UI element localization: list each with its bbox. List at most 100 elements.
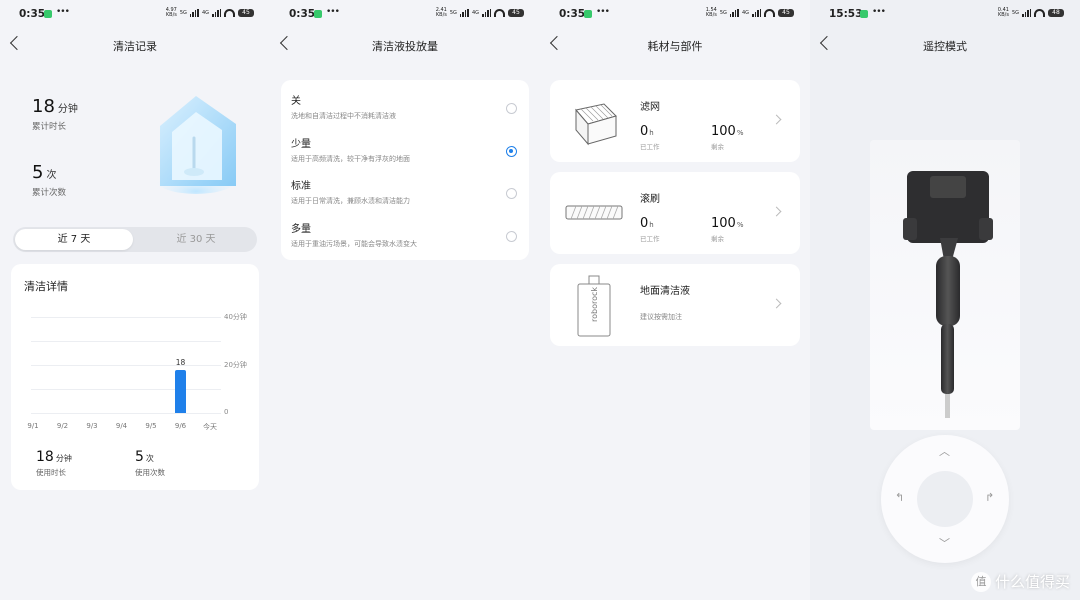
part-card-solution[interactable]: roborock 地面清洁液 建议按需加注 [550, 264, 800, 346]
chevron-right-icon [771, 114, 782, 125]
more-notifications-icon: ••• [596, 7, 610, 17]
usage-count-label: 使用次数 [135, 468, 165, 477]
wifi-icon [224, 9, 235, 17]
radio-selected-icon[interactable] [506, 146, 517, 157]
net-type: 5G [179, 10, 187, 16]
screen-solution-dosage: 0:35 ••• 2.41 KB/s 5G 4G 45 清洁液投放量 关 洗地和自… [270, 0, 540, 600]
total-count-unit: 次 [46, 170, 57, 181]
remaining: 100% 剩余 [711, 120, 743, 151]
chevron-up-icon[interactable]: ︿ [939, 443, 950, 459]
screen-consumables: 0:35 ••• 1.54 KB/s 5G 4G 45 耗材与部件 滤网 0h … [540, 0, 810, 600]
net-type: 5G [1011, 10, 1019, 16]
total-duration-value: 18 [32, 96, 55, 117]
chevron-down-icon[interactable]: ﹀ [939, 535, 950, 551]
page-title: 清洁液投放量 [372, 40, 438, 53]
filter-icon [575, 103, 617, 146]
chart-bar [175, 369, 186, 413]
remain-value: 100 [711, 216, 736, 231]
range-tabs: 近 7 天 近 30 天 [13, 227, 257, 252]
remote-joystick[interactable]: ︿ ﹀ ↰ ↱ [881, 435, 1009, 563]
worked-hours: 0h 已工作 [640, 120, 660, 151]
total-count: 5次 累计次数 [32, 162, 66, 198]
net-type-2: 4G [741, 10, 749, 16]
remain-label: 剩余 [711, 143, 724, 151]
worked-unit: h [649, 129, 654, 137]
radio-icon[interactable] [506, 103, 517, 114]
option-off[interactable]: 关 洗地和自清洁过程中不消耗清洁液 [291, 92, 519, 132]
option-desc: 适用于重油污场景，可能会导致水渍变大 [291, 240, 417, 248]
card-title: 清洁详情 [24, 280, 68, 293]
page-title: 耗材与部件 [647, 40, 703, 53]
page-title: 遥控模式 [923, 40, 967, 53]
battery-icon: 48 [1048, 9, 1064, 17]
signal-icon [1022, 9, 1031, 17]
part-name: 滚刷 [640, 194, 660, 205]
worked-label: 已工作 [640, 143, 660, 151]
tab-7-days[interactable]: 近 7 天 [15, 229, 133, 250]
x-tick-label: 9/6 [174, 422, 187, 430]
worked-label: 已工作 [640, 235, 660, 243]
app-notification-icon [314, 10, 322, 18]
battery-icon: 45 [778, 9, 794, 17]
option-low[interactable]: 少量 适用于高频清洗，较干净有浮灰的地面 [291, 135, 519, 175]
x-tick-label: 9/5 [145, 422, 157, 430]
remain-value: 100 [711, 124, 736, 139]
status-bar: 0:35 ••• 4.97 KB/s 5G 4G 45 [0, 0, 270, 28]
y-tick-40: 40分钟 [224, 313, 247, 321]
radio-icon[interactable] [506, 231, 517, 242]
usage-time: 18 分钟 使用时长 [36, 446, 72, 478]
x-tick-label: 今天 [203, 423, 217, 431]
watermark: 值 什么值得买 [970, 571, 1070, 592]
remain-label: 剩余 [711, 235, 724, 243]
net-speed: 2.41 KB/s [435, 7, 447, 18]
status-time: 0:35 [289, 8, 316, 20]
worked-unit: h [649, 221, 654, 229]
tab-30-days[interactable]: 近 30 天 [137, 229, 255, 250]
app-notification-icon [584, 10, 592, 18]
screen-cleaning-records: 0:35 ••• 4.97 KB/s 5G 4G 45 清洁记录 18 分钟 累计时… [0, 0, 270, 600]
page-title: 清洁记录 [113, 40, 157, 53]
status-bar: 0:35 ••• 1.54 KB/s 5G 4G 45 [540, 0, 810, 28]
option-desc: 适用于高频清洗，较干净有浮灰的地面 [291, 155, 410, 163]
usage-time-value: 18 [36, 449, 54, 465]
joystick-center-button[interactable] [917, 471, 973, 527]
option-label: 关 [291, 96, 301, 107]
rotate-left-icon[interactable]: ↰ [895, 491, 904, 504]
signal-icon [189, 9, 199, 17]
total-duration-label: 累计时长 [32, 122, 67, 132]
more-notifications-icon: ••• [872, 7, 886, 17]
signal-icon-2 [482, 9, 491, 17]
usage-count-value: 5 [135, 449, 144, 465]
nav-header: 清洁液投放量 [270, 30, 540, 60]
part-desc: 建议按需加注 [640, 313, 682, 321]
grid-line [31, 341, 221, 342]
net-type: 5G [449, 10, 457, 16]
signal-icon [729, 9, 739, 17]
option-high[interactable]: 多量 适用于重油污场景，可能会导致水渍变大 [291, 220, 519, 260]
battery-icon: 45 [238, 9, 254, 17]
total-duration-unit: 分钟 [57, 104, 78, 115]
bottle-icon: roborock [577, 275, 611, 337]
part-name: 地面清洁液 [640, 286, 690, 297]
bar-data-label: 18 [175, 357, 186, 367]
nav-header: 耗材与部件 [540, 30, 810, 60]
net-type: 5G [719, 10, 727, 16]
x-tick-label: 9/2 [56, 422, 69, 430]
net-type-2: 4G [201, 10, 209, 16]
status-time: 15:53 [829, 8, 863, 20]
status-bar: 15:53 ••• 0.41 KB/s 5G 48 [810, 0, 1080, 28]
option-standard[interactable]: 标准 适用于日常清洗，兼顾水渍和清洁能力 [291, 177, 519, 217]
rotate-right-icon[interactable]: ↱ [985, 491, 994, 504]
dosage-options-card: 关 洗地和自清洁过程中不消耗清洁液 少量 适用于高频清洗，较干净有浮灰的地面 标… [281, 80, 529, 260]
grid-line [31, 389, 221, 390]
radio-icon[interactable] [506, 188, 517, 199]
part-card-filter[interactable]: 滤网 0h 已工作 100% 剩余 [550, 80, 800, 162]
watermark-logo-icon: 值 [970, 571, 991, 592]
worked-value: 0 [640, 124, 649, 139]
remain-unit: % [736, 221, 744, 229]
net-speed: 1.54 KB/s [705, 7, 717, 18]
chevron-right-icon [771, 298, 782, 309]
signal-icon [459, 9, 469, 17]
remaining: 100% 剩余 [711, 212, 743, 243]
part-card-roller[interactable]: 滚刷 0h 已工作 100% 剩余 [550, 172, 800, 254]
